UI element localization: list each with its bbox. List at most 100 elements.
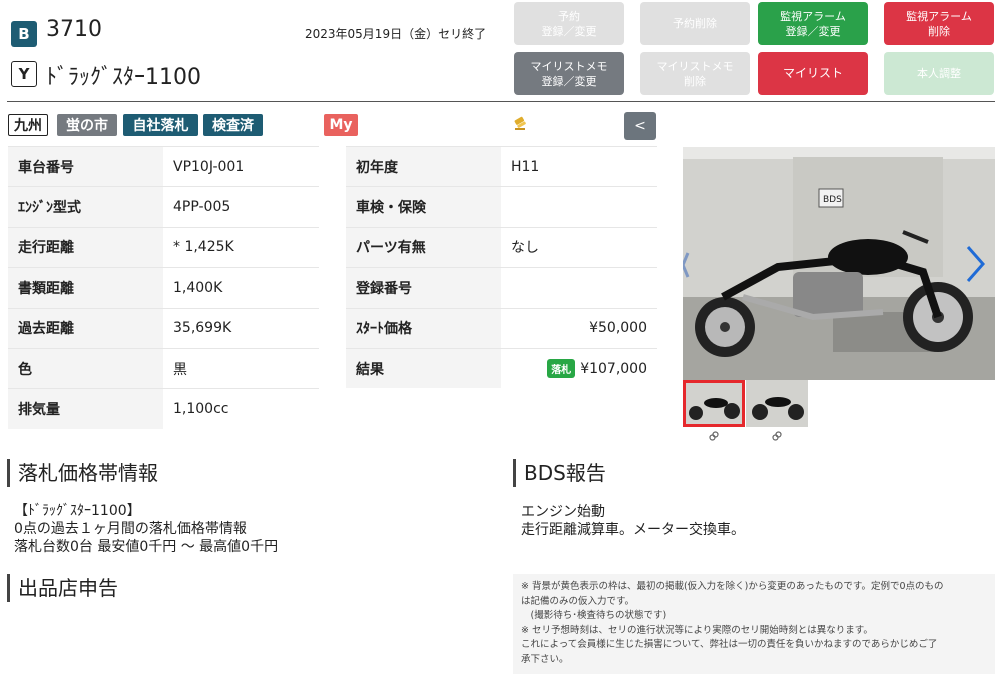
badge-y: Y [11,61,37,87]
notice-line: ※ 背景が黄色表示の枠は、最初の掲載(仮入力を除く)から変更のあったものです。定… [521,581,944,592]
mylist-memo-delete-button[interactable]: マイリストメモ 削除 [640,52,750,95]
spec-value: 35,699K [163,308,319,348]
gavel-icon [512,115,530,133]
button-label: 予約削除 [673,17,717,30]
spec-row: 車検・保険 [346,186,657,227]
reserve-delete-button[interactable]: 予約削除 [640,2,750,45]
start-price-value: ¥50,000 [501,308,657,348]
my-tag[interactable]: My [324,114,358,136]
notice-box: ※ 背景が黄色表示の枠は、最初の掲載(仮入力を除く)から変更のあったものです。定… [513,574,995,674]
spec-row: 過去距離 35,699K [8,307,319,348]
spec-row: 色黒 [8,347,319,389]
photo-sign-text: BDS [823,195,842,205]
bds-line: 走行距離減算車。メーター交換車。 [521,522,745,538]
spec-row: ｽﾀｰﾄ価格 ¥50,000 [346,307,657,348]
spec-value: 4PP-005 [163,187,319,227]
spec-row: 結果 落札 ¥107,000 [346,347,657,389]
shop-declaration-title: 出品店申告 [7,574,118,602]
spec-value: VP10J-001 [163,147,319,187]
price-band-line: 【ﾄﾞﾗｯｸﾞｽﾀｰ1100】 [14,503,141,519]
spec-label: パーツ有無 [346,227,501,268]
spec-row: 走行距離 * 1,425K [8,226,319,268]
spec-row: 初年度 H11 [346,146,657,187]
sold-badge: 落札 [547,359,576,379]
mylist-button[interactable]: マイリスト [758,52,868,95]
button-label: マイリスト [782,66,843,80]
button-label: 登録／変更 [785,24,841,38]
price-band-line: 落札台数0台 最安値0千円 ～ 最高値0千円 [14,539,279,555]
price-band-line: 0点の過去１ヶ月間の落札価格帯情報 [14,521,247,537]
spec-value: なし [501,227,657,268]
spec-table-right: 初年度 H11 車検・保険 パーツ有無 なし 登録番号 ｽﾀｰﾄ価格 ¥50,000 … [346,146,657,389]
bds-report-text: エンジン始動 走行距離減算車。メーター交換車。 [521,503,745,539]
spec-row: 車台番号 VP10J-001 [8,146,319,187]
price-band-info: 【ﾄﾞﾗｯｸﾞｽﾀｰ1100】 0点の過去１ヶ月間の落札価格帯情報 落札台数0台… [14,502,278,556]
badge-b: B [11,21,37,47]
spec-label: 色 [8,348,163,389]
link-icon[interactable] [772,431,782,444]
spec-value [501,187,657,227]
alarm-delete-button[interactable]: 監視アラーム 削除 [884,2,994,45]
spec-value [501,268,657,308]
spec-value: * 1,425K [163,227,319,268]
spec-label: 登録番号 [346,268,501,308]
button-label: 削除 [928,24,950,38]
spec-row: 排気量 1,100cc [8,388,319,429]
market-tag: 蛍の市 [57,114,117,136]
inspected-tag: 検査済 [203,114,263,136]
notice-line: (撮影待ち･検査待ちの状態です) [521,610,667,621]
photo-thumbnail-2[interactable] [746,380,808,427]
result-value-cell: 落札 ¥107,000 [501,348,657,389]
model-name: ﾄﾞﾗｯｸﾞｽﾀｰ1100 [46,65,201,90]
reserve-register-button[interactable]: 予約 登録／変更 [514,2,624,45]
main-photo[interactable]: BDS [683,147,995,380]
notice-line: は記備のみの仮入力です。 [521,595,635,607]
spec-value: 1,100cc [163,389,319,429]
button-label: マイリストメモ [530,59,608,73]
spec-label: 初年度 [346,147,501,187]
button-label: 登録／変更 [541,74,597,88]
button-label: 監視アラーム [780,9,846,23]
result-value: ¥107,000 [580,360,647,377]
spec-value: 1,400K [163,268,319,308]
spec-label: 走行距離 [8,227,163,268]
button-label: 監視アラーム [906,9,972,23]
mylist-memo-register-button[interactable]: マイリストメモ 登録／変更 [514,52,624,95]
spec-row: 登録番号 [346,267,657,308]
spec-label: 書類距離 [8,268,163,308]
alarm-register-button[interactable]: 監視アラーム 登録／変更 [758,2,868,45]
button-label: 削除 [684,74,706,88]
button-label: 本人調整 [917,67,961,80]
bds-line: エンジン始動 [521,504,605,520]
bds-report-title: BDS報告 [513,459,606,487]
spec-row: 書類距離 1,400K [8,267,319,308]
spec-label: 車検・保険 [346,187,501,227]
spec-label: ｴﾝｼﾞﾝ型式 [8,187,163,227]
notice-line: ※ セリ予想時刻は、セリの進行状況等により実際のセリ開始時刻とは異なります。 [521,624,873,636]
spec-label: 排気量 [8,389,163,429]
spec-row: ｴﾝｼﾞﾝ型式 4PP-005 [8,186,319,227]
photo-thumbnail-1[interactable] [683,380,745,427]
notice-line: 承下さい。 [521,653,569,665]
spec-label: 過去距離 [8,308,163,348]
back-button[interactable]: < [624,112,656,140]
spec-label: 車台番号 [8,147,163,187]
notice-line: これによって会員様に生じた損害について、弊社は一切の責任を負いかねますのであらか… [521,639,938,650]
self-adjust-button[interactable]: 本人調整 [884,52,994,95]
button-label: 予約 [558,9,580,23]
button-label: マイリストメモ [656,59,734,73]
spec-label: ｽﾀｰﾄ価格 [346,308,501,348]
spec-row: パーツ有無 なし [346,226,657,268]
spec-value: H11 [501,147,657,187]
link-icon[interactable] [709,431,719,444]
button-label: 登録／変更 [541,24,597,38]
price-band-title: 落札価格帯情報 [7,459,158,487]
auction-date: 2023年05月19日（金）セリ終了 [305,27,487,41]
header-divider [7,101,995,102]
lot-number: 3710 [46,17,102,42]
spec-value: 黒 [163,348,319,389]
spec-label: 結果 [346,348,501,389]
spec-table-left: 車台番号 VP10J-001 ｴﾝｼﾞﾝ型式 4PP-005 走行距離 * 1,425… [8,146,319,429]
own-bid-tag: 自社落札 [123,114,198,136]
region-tag: 九州 [8,114,48,136]
